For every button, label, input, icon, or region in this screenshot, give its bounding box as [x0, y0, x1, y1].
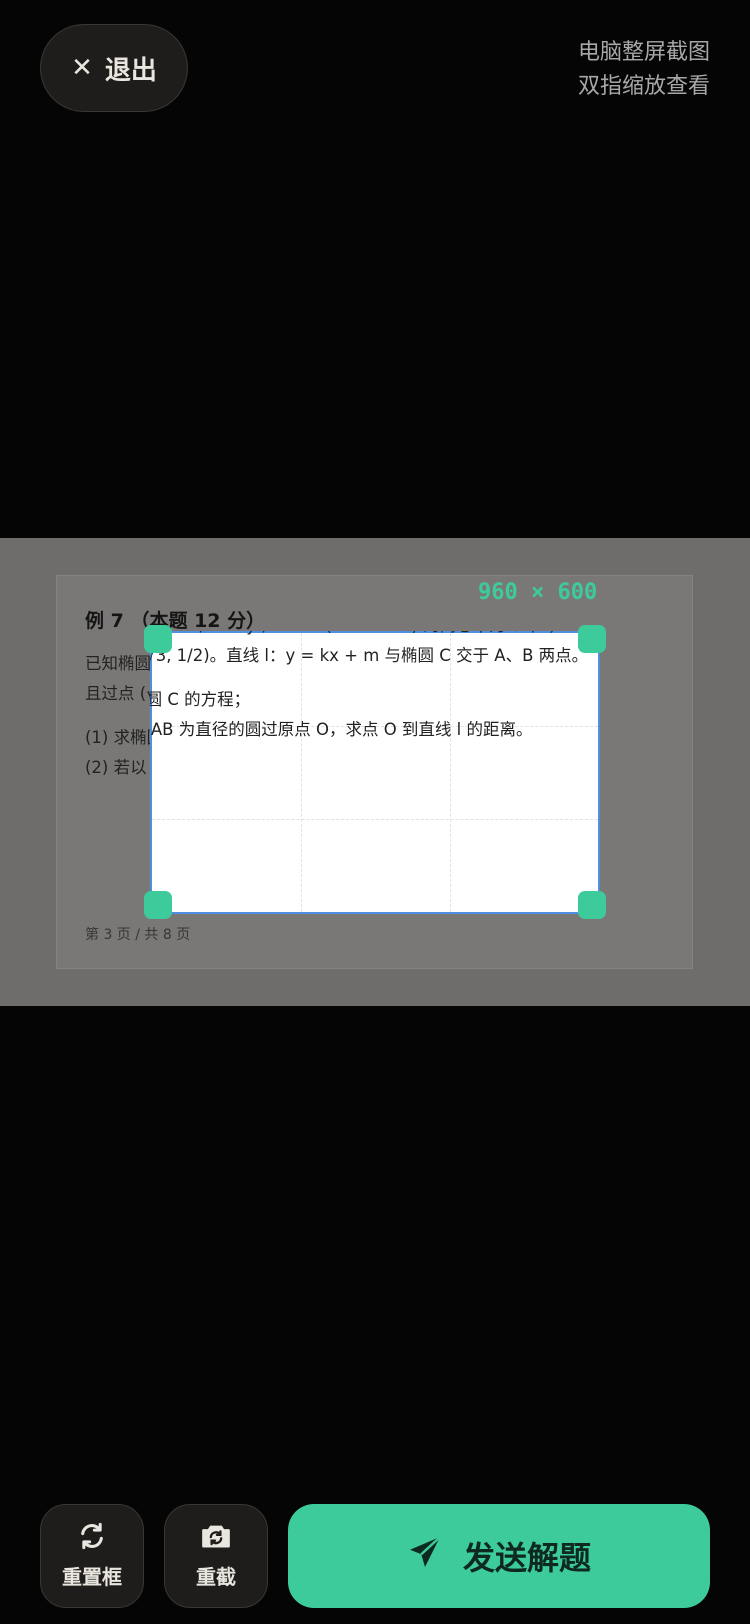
exit-button[interactable]: ✕ 退出 [40, 24, 188, 112]
crop-handle-bottom-left[interactable] [144, 891, 172, 919]
crop-handle-top-right[interactable] [578, 625, 606, 653]
crop-handle-top-left[interactable] [144, 625, 172, 653]
recapture-label: 重截 [196, 1565, 236, 1589]
zoom-hint: 电脑整屏截图 双指缩放查看 [578, 36, 710, 104]
camera-rotate-icon [201, 1522, 231, 1555]
crop-handle-bottom-right[interactable] [578, 891, 606, 919]
reset-frame-label: 重置框 [62, 1565, 122, 1589]
hint-line-2: 双指缩放查看 [577, 74, 710, 99]
grid-line [301, 633, 302, 912]
exit-label: 退出 [104, 55, 157, 86]
selection-size-label: 960 × 600 [478, 580, 598, 605]
reset-frame-button[interactable]: 重置框 [40, 1504, 144, 1608]
hint-line-1: 电脑整屏截图 [577, 40, 710, 65]
grid-line [152, 726, 598, 727]
paper-plane-icon [407, 1534, 443, 1578]
recapture-button[interactable]: 重截 [164, 1504, 268, 1608]
refresh-icon [78, 1522, 106, 1555]
send-solve-button[interactable]: 发送解题 [288, 1504, 710, 1608]
grid-line [450, 633, 451, 912]
page-footer: 第 3 页 / 共 8 页 [85, 927, 191, 943]
send-solve-label: 发送解题 [462, 1539, 591, 1577]
grid-line [152, 819, 598, 820]
close-icon: ✕ [71, 53, 93, 83]
crop-selection-box[interactable] [150, 631, 600, 914]
